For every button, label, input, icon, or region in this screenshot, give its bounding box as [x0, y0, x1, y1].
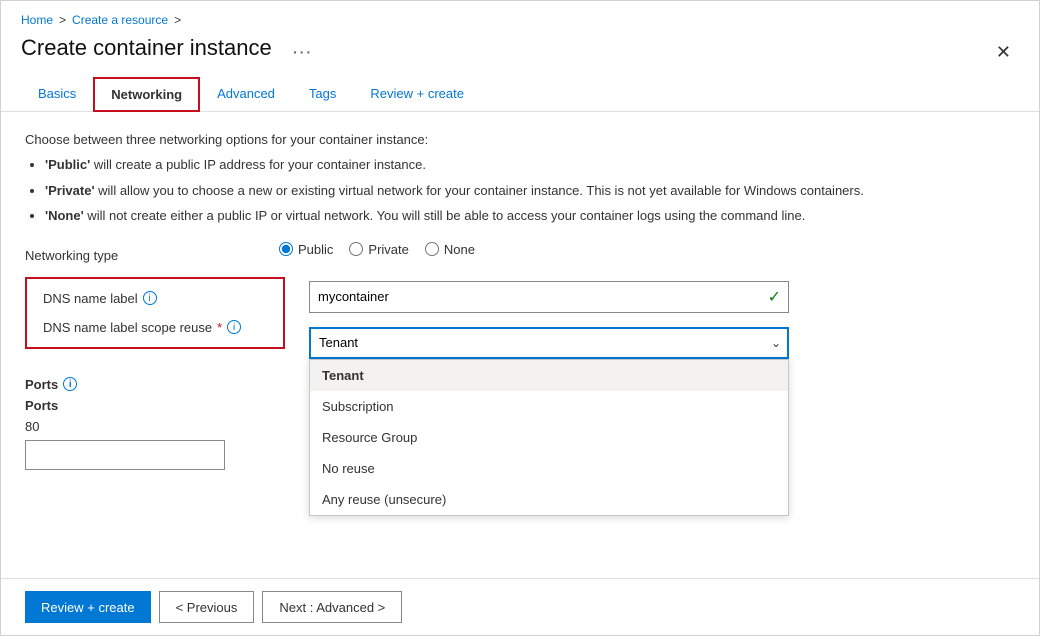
- dns-scope-required: *: [217, 320, 222, 335]
- breadcrumb-create-resource[interactable]: Create a resource: [72, 13, 168, 27]
- page-title: Create container instance: [21, 35, 272, 69]
- modal-body: Choose between three networking options …: [1, 112, 1039, 578]
- port-input[interactable]: [25, 440, 225, 470]
- dns-input-wrapper: ✓: [309, 281, 789, 313]
- breadcrumb-home[interactable]: Home: [21, 13, 53, 27]
- dropdown-option-any-reuse[interactable]: Any reuse (unsecure): [310, 484, 788, 515]
- dns-label-row: DNS name label i: [43, 291, 267, 306]
- close-button[interactable]: ✕: [988, 38, 1019, 67]
- bullets-list: 'Public' will create a public IP address…: [45, 155, 1015, 226]
- dns-name-input[interactable]: [309, 281, 789, 313]
- bullet-public-key: 'Public': [45, 157, 90, 172]
- dns-check-icon: ✓: [768, 287, 781, 307]
- dropdown-option-subscription[interactable]: Subscription: [310, 391, 788, 422]
- dropdown-option-tenant[interactable]: Tenant: [310, 360, 788, 391]
- bullet-none: 'None' will not create either a public I…: [45, 206, 1015, 226]
- tab-advanced[interactable]: Advanced: [200, 77, 292, 112]
- bullet-private-key: 'Private': [45, 183, 95, 198]
- ports-label: Ports: [25, 377, 58, 392]
- tab-basics[interactable]: Basics: [21, 77, 93, 112]
- modal-container: Home > Create a resource > Create contai…: [0, 0, 1040, 636]
- tab-networking[interactable]: Networking: [93, 77, 200, 112]
- radio-private[interactable]: Private: [349, 242, 408, 257]
- next-button[interactable]: Next : Advanced >: [262, 591, 402, 623]
- breadcrumb-sep1: >: [59, 13, 66, 27]
- review-create-button[interactable]: Review + create: [25, 591, 151, 623]
- title-row: Create container instance ··· ✕: [21, 35, 1019, 69]
- radio-none-input[interactable]: [425, 242, 439, 256]
- networking-type-row: Networking type Public Private None: [25, 242, 1015, 263]
- bullet-none-key: 'None': [45, 208, 84, 223]
- bullet-private: 'Private' will allow you to choose a new…: [45, 181, 1015, 201]
- tab-review-create[interactable]: Review + create: [353, 77, 481, 112]
- dns-scope-dropdown-wrapper: Tenant Subscription Resource Group No re…: [309, 327, 789, 359]
- dropdown-option-no-reuse[interactable]: No reuse: [310, 453, 788, 484]
- previous-button[interactable]: < Previous: [159, 591, 255, 623]
- dns-info-icon[interactable]: i: [143, 291, 157, 305]
- dns-name-label: DNS name label: [43, 291, 138, 306]
- tab-nav: Basics Networking Advanced Tags Review +…: [21, 77, 1019, 111]
- more-options-icon[interactable]: ···: [292, 41, 312, 64]
- radio-public-input[interactable]: [279, 242, 293, 256]
- breadcrumb: Home > Create a resource >: [21, 13, 1019, 27]
- networking-type-label: Networking type: [25, 242, 255, 263]
- networking-radio-group: Public Private None: [279, 242, 475, 257]
- dns-scope-select[interactable]: Tenant Subscription Resource Group No re…: [309, 327, 789, 359]
- bullet-public-text: will create a public IP address for your…: [90, 157, 426, 172]
- bullet-public: 'Public' will create a public IP address…: [45, 155, 1015, 175]
- dropdown-option-resource-group[interactable]: Resource Group: [310, 422, 788, 453]
- modal-header: Home > Create a resource > Create contai…: [1, 1, 1039, 112]
- description-text: Choose between three networking options …: [25, 132, 1015, 147]
- breadcrumb-sep2: >: [174, 13, 181, 27]
- radio-public[interactable]: Public: [279, 242, 333, 257]
- ports-info-icon[interactable]: i: [63, 377, 77, 391]
- bullet-private-text: will allow you to choose a new or existi…: [95, 183, 864, 198]
- bullet-none-text: will not create either a public IP or vi…: [84, 208, 806, 223]
- radio-private-label: Private: [368, 242, 408, 257]
- dns-scope-label: DNS name label scope reuse: [43, 320, 212, 335]
- radio-none-label: None: [444, 242, 475, 257]
- tab-tags[interactable]: Tags: [292, 77, 353, 112]
- radio-private-input[interactable]: [349, 242, 363, 256]
- dropdown-menu: Tenant Subscription Resource Group No re…: [309, 359, 789, 516]
- modal-footer: Review + create < Previous Next : Advanc…: [1, 578, 1039, 635]
- radio-public-label: Public: [298, 242, 333, 257]
- dns-scope-info-icon[interactable]: i: [227, 320, 241, 334]
- dns-scope-label-row: DNS name label scope reuse * i: [43, 320, 267, 335]
- radio-none[interactable]: None: [425, 242, 475, 257]
- dns-highlighted-box: DNS name label i DNS name label scope re…: [25, 277, 285, 349]
